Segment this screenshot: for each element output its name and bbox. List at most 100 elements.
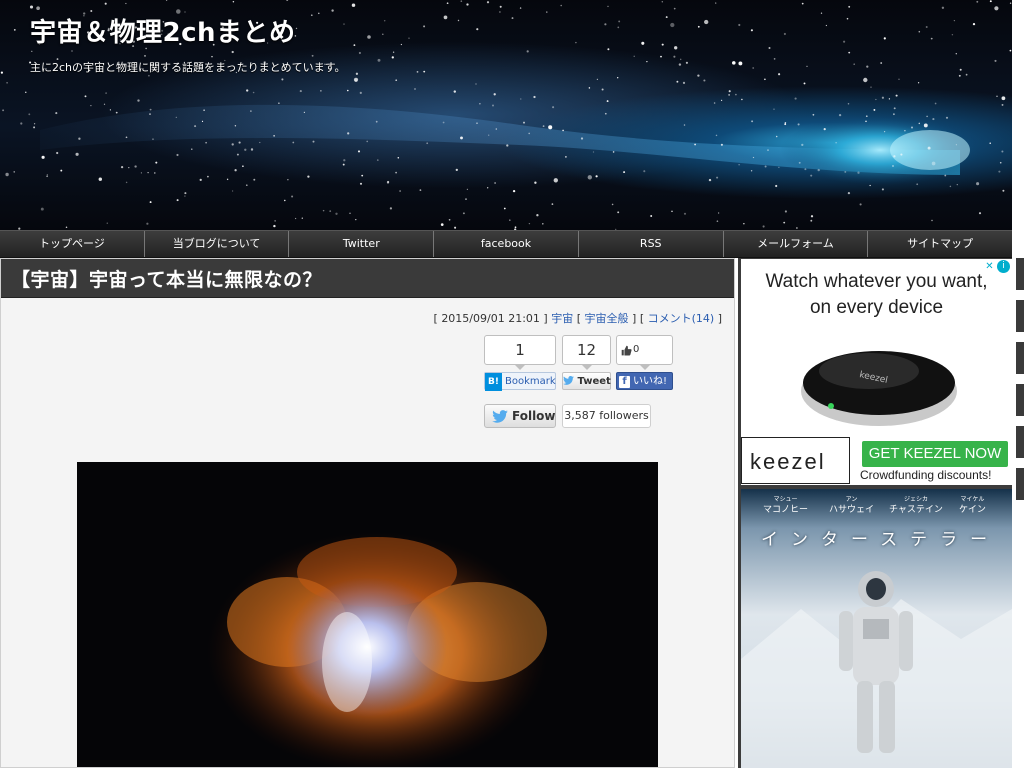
- star: [881, 96, 885, 99]
- star: [149, 108, 152, 111]
- star: [801, 143, 804, 147]
- star: [918, 30, 921, 33]
- star: [713, 102, 716, 104]
- interstellar-ad[interactable]: マシュー マコノヒー アン ハサウェイ ジェシカ チャステイン マイケル ケイン…: [741, 489, 1012, 768]
- side-tab[interactable]: [1016, 342, 1024, 374]
- star: [728, 90, 731, 93]
- get-keezel-button[interactable]: GET KEEZEL NOW: [862, 441, 1008, 467]
- side-tab[interactable]: [1016, 300, 1024, 332]
- nav-item-about[interactable]: 当ブログについて: [144, 231, 290, 257]
- star: [823, 128, 826, 131]
- facebook-count: 0: [633, 344, 640, 355]
- star: [526, 50, 529, 53]
- star: [201, 120, 204, 123]
- star: [715, 2, 717, 4]
- star: [720, 143, 723, 146]
- facebook-like-count[interactable]: 0: [616, 335, 673, 370]
- nav-item-twitter[interactable]: Twitter: [289, 231, 435, 257]
- followers-count[interactable]: 3,587 followers: [562, 404, 651, 428]
- follow-label: Follow: [512, 409, 556, 423]
- star: [194, 125, 197, 128]
- nav-item-sitemap[interactable]: サイトマップ: [868, 231, 1013, 257]
- site-title[interactable]: 宇宙＆物理2chまとめ: [30, 12, 296, 49]
- category-link[interactable]: 宇宙: [551, 312, 573, 325]
- star: [84, 95, 87, 98]
- star: [810, 219, 813, 222]
- star: [292, 141, 295, 144]
- star: [416, 71, 419, 73]
- star: [311, 54, 314, 57]
- star: [152, 138, 154, 140]
- side-tab[interactable]: [1016, 384, 1024, 416]
- star: [893, 113, 895, 116]
- side-tab[interactable]: [1016, 426, 1024, 458]
- star: [743, 223, 745, 225]
- star: [29, 5, 34, 9]
- star: [775, 135, 778, 138]
- star: [367, 35, 371, 39]
- keezel-ad[interactable]: i ✕ Watch whatever you want, on every de…: [741, 259, 1012, 485]
- nav-item-facebook[interactable]: facebook: [434, 231, 579, 257]
- nav-item-top[interactable]: トップページ: [0, 231, 145, 257]
- star: [13, 171, 15, 173]
- nav-item-rss[interactable]: RSS: [578, 231, 724, 257]
- side-tab[interactable]: [1016, 258, 1024, 290]
- star: [147, 171, 149, 174]
- star: [176, 199, 179, 202]
- star: [932, 118, 935, 121]
- star: [716, 220, 719, 222]
- star: [331, 9, 334, 12]
- facebook-like-button[interactable]: f いいね!: [616, 372, 673, 390]
- star: [848, 5, 851, 8]
- star: [105, 92, 107, 94]
- hatena-bookmark-button[interactable]: B! Bookmark: [484, 372, 556, 391]
- side-tab[interactable]: [1016, 468, 1024, 500]
- subcategory-link[interactable]: 宇宙全般: [585, 312, 629, 325]
- star: [534, 181, 537, 184]
- nav-item-mailform[interactable]: メールフォーム: [723, 231, 869, 257]
- star: [775, 184, 778, 188]
- star: [931, 219, 933, 222]
- star: [560, 4, 563, 7]
- star: [951, 33, 954, 36]
- star: [844, 170, 847, 173]
- nebula-image: [207, 532, 547, 767]
- keezel-logo[interactable]: keezel: [741, 437, 850, 484]
- tweet-count[interactable]: 12: [562, 335, 611, 370]
- star: [783, 221, 786, 224]
- star: [528, 222, 531, 225]
- keezel-device-image: keezel: [801, 351, 957, 426]
- tweet-button[interactable]: Tweet: [562, 372, 611, 390]
- star: [250, 148, 254, 151]
- star: [353, 77, 359, 82]
- hatena-count[interactable]: 1: [484, 335, 556, 370]
- star: [476, 122, 478, 124]
- star: [55, 112, 58, 115]
- twitter-follow-button[interactable]: Follow: [484, 404, 556, 428]
- star: [773, 108, 775, 110]
- meta-open-bracket: [: [639, 312, 645, 325]
- star: [33, 126, 36, 129]
- star: [109, 109, 112, 111]
- star: [499, 11, 501, 13]
- star: [764, 78, 766, 81]
- star: [6, 81, 8, 84]
- star: [883, 37, 886, 40]
- star: [883, 130, 886, 133]
- star: [895, 94, 898, 97]
- star: [493, 93, 496, 96]
- star: [13, 29, 16, 31]
- star: [866, 65, 869, 68]
- star: [796, 227, 798, 229]
- star: [165, 0, 168, 1]
- article-title[interactable]: 【宇宙】宇宙って本当に無限なの？: [11, 265, 322, 292]
- star: [546, 11, 548, 13]
- star: [357, 150, 361, 153]
- star: [825, 24, 828, 27]
- star: [395, 79, 398, 82]
- star: [587, 175, 592, 180]
- star: [892, 165, 894, 167]
- star: [120, 165, 124, 169]
- star: [31, 50, 33, 52]
- comments-link[interactable]: コメント(14): [648, 312, 715, 325]
